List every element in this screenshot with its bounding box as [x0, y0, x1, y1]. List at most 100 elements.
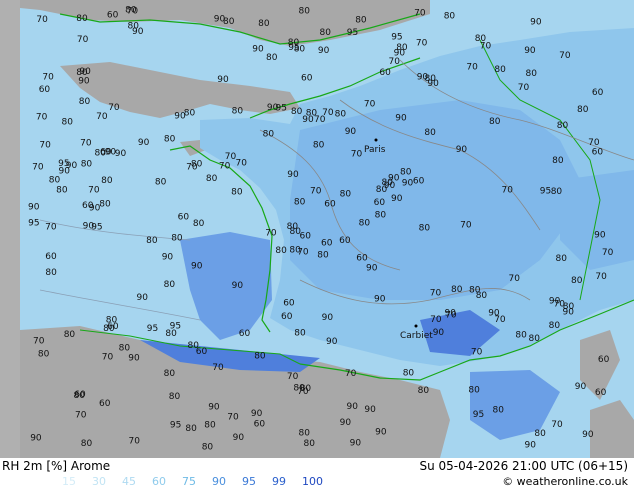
contour-label: 80: [79, 97, 91, 107]
contour-label: 90: [326, 337, 338, 347]
contour-label: 80: [99, 200, 111, 210]
contour-label: 90: [28, 202, 40, 212]
contour-label: 80: [317, 251, 329, 261]
contour-label: 80: [294, 197, 306, 207]
contour-label: 80: [62, 118, 74, 128]
contour-label: 90: [364, 405, 376, 415]
contour-label: 90: [233, 433, 245, 443]
contour-label: 70: [551, 420, 563, 430]
contour-label: 70: [212, 363, 224, 373]
contour-label: 70: [42, 73, 54, 83]
contour-label: 95: [473, 410, 484, 420]
contour-label: 60: [82, 201, 94, 211]
contour-label: 60: [239, 329, 251, 339]
contour-label: 80: [534, 429, 546, 439]
contour-label: 80: [164, 369, 176, 379]
legend-value: 90: [212, 475, 226, 488]
contour-label: 90: [456, 145, 468, 155]
contour-label: 70: [108, 103, 120, 113]
contour-label: 90: [345, 127, 357, 137]
contour-label: 60: [321, 238, 333, 248]
legend-value: 95: [242, 475, 256, 488]
contour-label: 80: [515, 331, 527, 341]
contour-label: 80: [64, 330, 76, 340]
contour-label: 70: [345, 369, 357, 379]
contour-label: 70: [314, 115, 326, 125]
contour-label: 70: [225, 152, 237, 162]
rh-map: Paris Carbiet 80 70 80 60 80 60 70 70 80 80 90 90 80…: [0, 0, 634, 458]
contour-label: 90: [366, 264, 378, 274]
legend-value: 100: [302, 475, 323, 488]
contour-label: 90: [549, 297, 561, 307]
contour-label: 80: [128, 21, 140, 31]
contour-label: 80: [549, 321, 561, 331]
contour-label: 90: [105, 148, 117, 158]
contour-label: 90: [232, 281, 244, 291]
contour-label: 60: [301, 74, 313, 84]
city-marker: [374, 138, 378, 142]
contour-label: 80: [206, 174, 218, 184]
contour-label: 70: [518, 83, 530, 93]
contour-label: 70: [588, 138, 600, 148]
contour-label: 70: [80, 139, 92, 149]
contour-label: 80: [119, 344, 131, 354]
contour-label: 70: [416, 39, 428, 49]
contour-label: 90: [208, 403, 220, 413]
contour-label: 90: [347, 402, 359, 412]
contour-label: 60: [324, 200, 336, 210]
contour-label: 60: [281, 312, 293, 322]
contour-label: 70: [129, 437, 141, 447]
legend-value: 30: [92, 475, 106, 488]
contour-label: 95: [276, 104, 287, 114]
contour-label: 80: [76, 14, 88, 24]
contour-label: 60: [356, 253, 368, 263]
contour-label: 80: [185, 424, 197, 434]
contour-label: 90: [30, 434, 42, 444]
contour-label: 95: [147, 324, 158, 334]
legend-value: 99: [272, 475, 286, 488]
contour-label: 80: [81, 160, 93, 170]
contour-label: 80: [494, 65, 506, 75]
contour-label: 80: [313, 140, 325, 150]
contour-label: 90: [388, 173, 400, 183]
contour-label: 90: [594, 230, 606, 240]
contour-label: 70: [33, 336, 45, 346]
contour-label: 80: [146, 236, 158, 246]
contour-label: 90: [287, 170, 299, 180]
contour-label: 80: [287, 222, 299, 232]
contour-label: 90: [395, 114, 407, 124]
contour-label: 90: [137, 293, 149, 303]
contour-label: 90: [563, 308, 575, 318]
contour-label: 80: [232, 107, 244, 117]
contour-label: 90: [128, 354, 140, 364]
contour-label: 80: [299, 7, 311, 17]
contour-label: 70: [351, 150, 363, 160]
contour-label: 90: [318, 46, 330, 56]
contour-label: 80: [451, 285, 463, 295]
contour-label: 80: [266, 53, 278, 63]
contour-label: 80: [375, 211, 387, 221]
contour-label: 60: [178, 213, 190, 223]
contour-label: 90: [391, 194, 403, 204]
contour-label: 90: [251, 409, 263, 419]
legend-value: 60: [152, 475, 166, 488]
contour-label: 80: [403, 368, 415, 378]
contour-label: 90: [174, 112, 186, 122]
contour-label: 90: [217, 75, 229, 85]
contour-label: 60: [339, 236, 351, 246]
contour-label: 60: [379, 68, 391, 78]
contour-label: 80: [254, 351, 266, 361]
contour-label: 90: [191, 261, 203, 271]
contour-label: 80: [571, 276, 583, 286]
site-credit[interactable]: © weatheronline.co.uk: [502, 475, 628, 488]
contour-label: 80: [81, 439, 93, 449]
contour-label: 70: [227, 413, 239, 423]
contour-label: 70: [364, 99, 376, 109]
contour-label: 90: [162, 253, 174, 263]
contour-label: 80: [289, 246, 301, 256]
contour-label: 80: [164, 135, 176, 145]
contour-label: 80: [275, 246, 287, 256]
contour-label: 80: [552, 156, 564, 166]
contour-label: 80: [304, 439, 316, 449]
contour-label: 70: [39, 141, 51, 151]
